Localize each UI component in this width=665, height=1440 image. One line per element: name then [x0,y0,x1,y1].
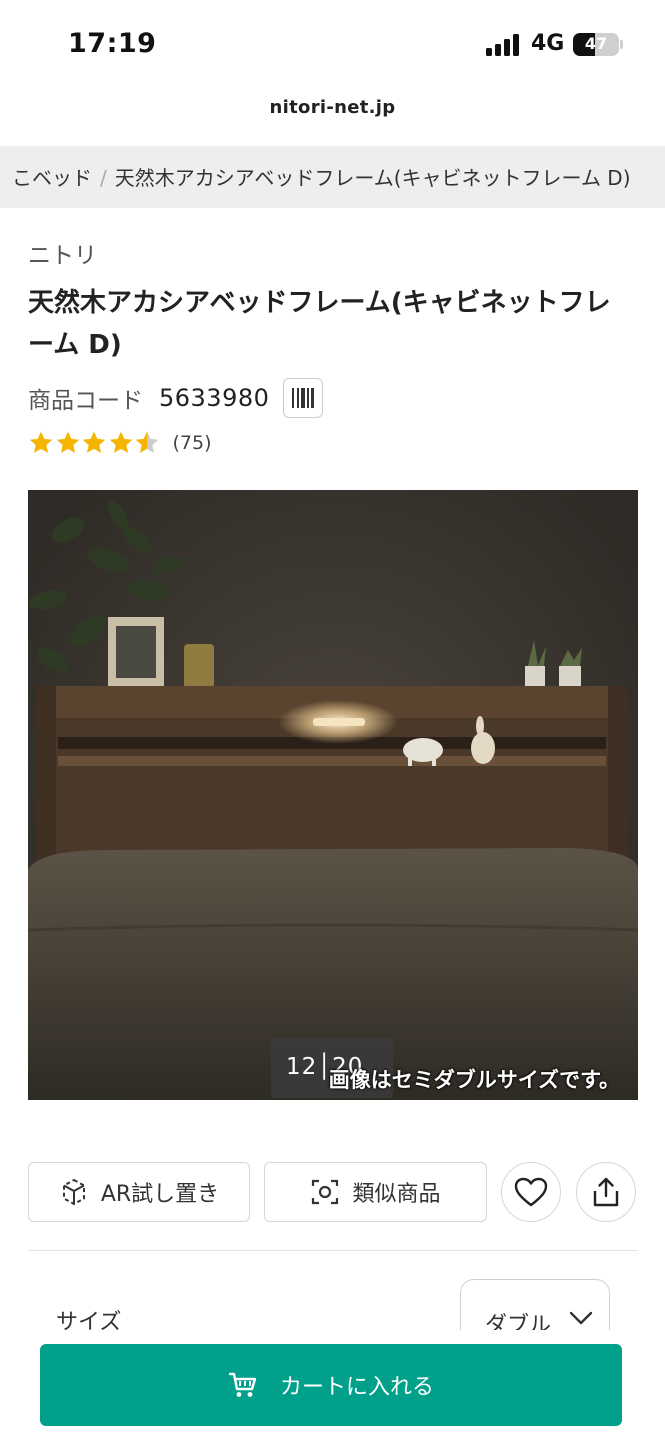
similar-products-label: 類似商品 [352,1182,441,1207]
product-code-label: 商品コード [28,388,143,414]
share-button[interactable] [576,1162,636,1222]
section-divider [28,1250,638,1251]
url-bar[interactable]: nitori-net.jp [0,97,665,118]
battery-level: 47 [584,34,608,53]
brand-name[interactable]: ニトリ [28,236,97,270]
image-caption: 画像はセミダブルサイズです。 [328,1068,620,1092]
product-image[interactable]: 12│20 画像はセミダブルサイズです。 [28,490,638,1100]
share-icon [593,1177,619,1207]
cellular-signal-icon [486,34,522,56]
ar-try-label: AR試し置き [100,1182,220,1207]
product-code-row: 商品コード 5633980 [28,378,324,418]
camera-scan-icon [312,1179,339,1205]
status-bar: 17:19 4G 47 [0,0,665,90]
bed-photo [28,490,638,1100]
breadcrumb-separator: / [100,166,107,190]
add-to-cart-button[interactable]: カートに入れる [40,1344,622,1426]
favorite-button[interactable] [501,1162,561,1222]
rating-row[interactable]: (75) [28,428,212,458]
similar-products-button[interactable]: 類似商品 [264,1162,487,1222]
battery-tip [620,40,623,49]
network-type: 4G [531,31,565,56]
product-code-value: 5633980 [159,384,270,412]
status-time: 17:19 [68,28,157,59]
barcode-icon [292,388,315,408]
chevron-down-icon [569,1311,593,1325]
breadcrumb: こベッド / 天然木アカシアベッドフレーム(キャビネットフレーム D) [0,146,665,208]
review-count[interactable]: (75) [173,432,212,454]
breadcrumb-item-current: 天然木アカシアベッドフレーム(キャビネットフレーム D) [114,166,631,190]
star-icon [29,431,53,453]
star-icon [135,431,159,453]
heart-icon [514,1177,548,1207]
star-rating [28,430,161,456]
ar-try-button[interactable]: AR試し置き [28,1162,250,1222]
breadcrumb-item-bed[interactable]: こベッド [12,166,92,190]
star-icon [56,431,79,453]
product-title: 天然木アカシアベッドフレーム(キャビネットフレーム D) [28,288,611,360]
battery-icon: 47 [573,33,619,56]
add-to-cart-label: カートに入れる [279,1375,434,1400]
star-icon [82,431,106,453]
star-icon [109,431,132,453]
cart-icon [228,1372,257,1397]
ar-cube-icon [62,1178,85,1206]
barcode-button[interactable] [283,378,324,418]
